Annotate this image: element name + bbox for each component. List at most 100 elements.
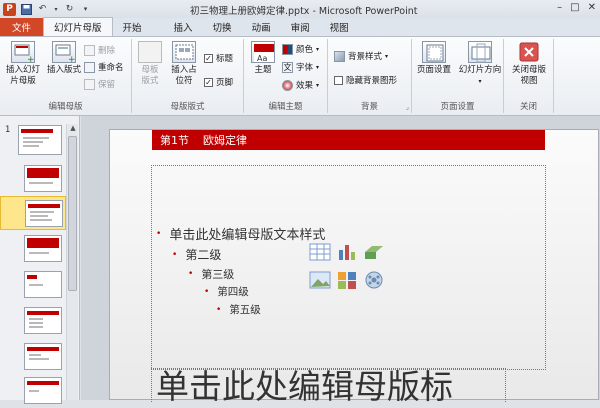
rename-label: 重命名	[98, 63, 124, 73]
thumbnail-master[interactable]: 1	[0, 122, 66, 156]
group-master-layout: 母板版式 插入占位符 ✓ 标题 ✓ 页脚 母版版式	[132, 39, 244, 113]
rename-icon	[84, 61, 95, 73]
hide-background-checkbox[interactable]: 隐藏背景图形	[334, 73, 397, 87]
tab-transitions[interactable]: 切换	[203, 18, 242, 36]
thumbnail-layout-1[interactable]	[0, 162, 66, 196]
tab-insert[interactable]: 插入	[164, 18, 203, 36]
background-styles-button[interactable]: 背景样式 ▾	[334, 49, 388, 63]
page-setup-icon	[422, 41, 446, 63]
slide-header-bar[interactable]: 第1节 欧姆定律	[152, 130, 545, 150]
delete-icon	[84, 44, 95, 56]
insert-layout-button[interactable]: + 插入版式	[46, 41, 82, 76]
thumbnail-layout-7[interactable]	[0, 374, 66, 408]
fonts-button[interactable]: 文 字体 ▾	[282, 60, 319, 74]
effects-icon	[282, 79, 293, 91]
insert-picture-icon[interactable]	[309, 270, 331, 290]
save-icon[interactable]	[21, 3, 32, 15]
title-placeholder-text: 单击此处编辑母版标	[156, 368, 453, 402]
scroll-thumb[interactable]	[68, 136, 77, 291]
text-level-1: • 单击此处编辑母版文本样式	[156, 224, 325, 243]
redo-icon[interactable]: ↻	[64, 4, 75, 15]
group-close: 关闭母版视图 关闭	[504, 39, 554, 113]
tab-animations[interactable]: 动画	[242, 18, 281, 36]
close-icon[interactable]: ✕	[588, 2, 596, 13]
insert-slide-master-button[interactable]: + 插入幻灯片母版	[3, 41, 43, 87]
text-level-4-label: 第四级	[217, 286, 249, 298]
body-text-placeholder[interactable]: • 单击此处编辑母版文本样式 • 第二级 • 第三级 • 第四级 • 第五级	[151, 165, 546, 370]
background-dialog-launcher-icon[interactable]: ⌟	[406, 103, 409, 111]
delete-button[interactable]: 删除	[84, 43, 115, 57]
tab-home[interactable]: 开始	[113, 18, 152, 36]
effects-label: 效果	[296, 81, 314, 91]
thumbnail-layout-5[interactable]	[0, 304, 66, 338]
thumbnail-layout-4[interactable]	[0, 268, 66, 302]
undo-icon[interactable]: ↶	[37, 4, 48, 15]
colors-icon	[282, 43, 293, 55]
fonts-label: 字体	[296, 63, 314, 73]
slide-orientation-label: 幻灯片方向	[458, 65, 502, 75]
insert-clip-art-icon[interactable]	[336, 270, 358, 290]
tab-review[interactable]: 审阅	[281, 18, 320, 36]
thumbnail-layout-2[interactable]	[0, 196, 66, 230]
thumbnail-layout-6[interactable]	[0, 340, 66, 374]
undo-dropdown-icon[interactable]: ▾	[53, 4, 59, 15]
customize-qat-icon[interactable]: ▾	[80, 4, 91, 15]
insert-slide-master-icon: +	[11, 41, 35, 65]
slide-canvas: 第1节 欧姆定律 • 单击此处编辑母版文本样式 • 第二级 • 第三级 • 第四…	[109, 129, 599, 402]
insert-placeholder-icon	[172, 41, 196, 63]
insert-chart-icon[interactable]	[336, 242, 358, 262]
colors-button[interactable]: 颜色 ▾	[282, 42, 319, 56]
tab-view[interactable]: 视图	[320, 18, 359, 36]
thumbnail-number: 1	[5, 125, 11, 135]
thumbnail-image	[24, 165, 62, 192]
master-layout-button[interactable]: 母板版式	[136, 41, 164, 87]
effects-button[interactable]: 效果 ▾	[282, 78, 319, 92]
page-setup-label: 页面设置	[416, 65, 451, 75]
page-setup-button[interactable]: 页面设置	[414, 41, 454, 76]
close-master-view-button[interactable]: 关闭母版视图	[506, 41, 552, 87]
title-placeholder[interactable]: 单击此处编辑母版标	[151, 368, 506, 402]
group-background: 背景样式 ▾ 隐藏背景图形 背景 ⌟	[328, 39, 412, 113]
thumbnail-scrollbar[interactable]: ▲	[66, 124, 78, 400]
rename-button[interactable]: 重命名	[84, 60, 124, 74]
title-bar: P ↶ ▾ ↻ ▾ 初三物理上册欧姆定律.pptx - Microsoft Po…	[0, 0, 600, 18]
bullet-icon: •	[188, 269, 194, 279]
insert-placeholder-button[interactable]: 插入占位符	[168, 41, 200, 87]
section-label: 第1节	[160, 134, 189, 147]
tab-slide-master[interactable]: 幻灯片母版	[43, 17, 113, 36]
slide-thumbnail-pane: 1 ▲	[0, 116, 80, 404]
text-level-3-label: 第三级	[201, 268, 235, 281]
quick-access-toolbar: P ↶ ▾ ↻ ▾	[0, 2, 200, 16]
colors-dropdown-icon: ▾	[316, 45, 320, 53]
thumbnail-image	[18, 125, 62, 155]
fonts-icon: 文	[282, 61, 293, 73]
slide-orientation-button[interactable]: 幻灯片方向 ▾	[458, 41, 502, 87]
group-label-background: 背景	[360, 102, 378, 112]
themes-icon: Aa	[251, 41, 275, 63]
scroll-up-arrow-icon[interactable]: ▲	[67, 124, 79, 134]
bullet-icon: •	[172, 249, 178, 260]
window-controls: – □ ✕	[557, 2, 596, 13]
footer-checkbox[interactable]: ✓ 页脚	[204, 75, 233, 89]
maximize-icon[interactable]: □	[570, 2, 579, 13]
text-level-4: • 第四级	[204, 284, 249, 299]
window-title: 初三物理上册欧姆定律.pptx - Microsoft PowerPoint	[190, 6, 418, 17]
preserve-button[interactable]: 保留	[84, 77, 115, 91]
thumbnail-image	[24, 271, 62, 298]
insert-table-icon[interactable]	[309, 242, 331, 262]
group-edit-master: + 插入幻灯片母版 + 插入版式 删除 重命名 保留 编辑母版	[0, 39, 132, 113]
minimize-icon[interactable]: –	[557, 2, 562, 13]
insert-layout-label: 插入版式	[46, 65, 81, 75]
tab-file[interactable]: 文件	[0, 18, 43, 36]
themes-button[interactable]: Aa 主题	[248, 41, 278, 76]
svg-text:+: +	[27, 55, 35, 64]
powerpoint-app-icon[interactable]: P	[3, 2, 16, 16]
group-label-edit-master: 编辑母版	[48, 102, 83, 112]
title-checkbox[interactable]: ✓ 标题	[204, 51, 233, 65]
insert-media-icon[interactable]	[363, 270, 385, 290]
fonts-dropdown-icon: ▾	[316, 63, 320, 71]
insert-smartart-icon[interactable]	[363, 242, 385, 262]
group-label-close: 关闭	[519, 102, 537, 112]
thumbnail-layout-3[interactable]	[0, 232, 66, 266]
slide-orientation-dropdown-icon: ▾	[478, 78, 482, 85]
